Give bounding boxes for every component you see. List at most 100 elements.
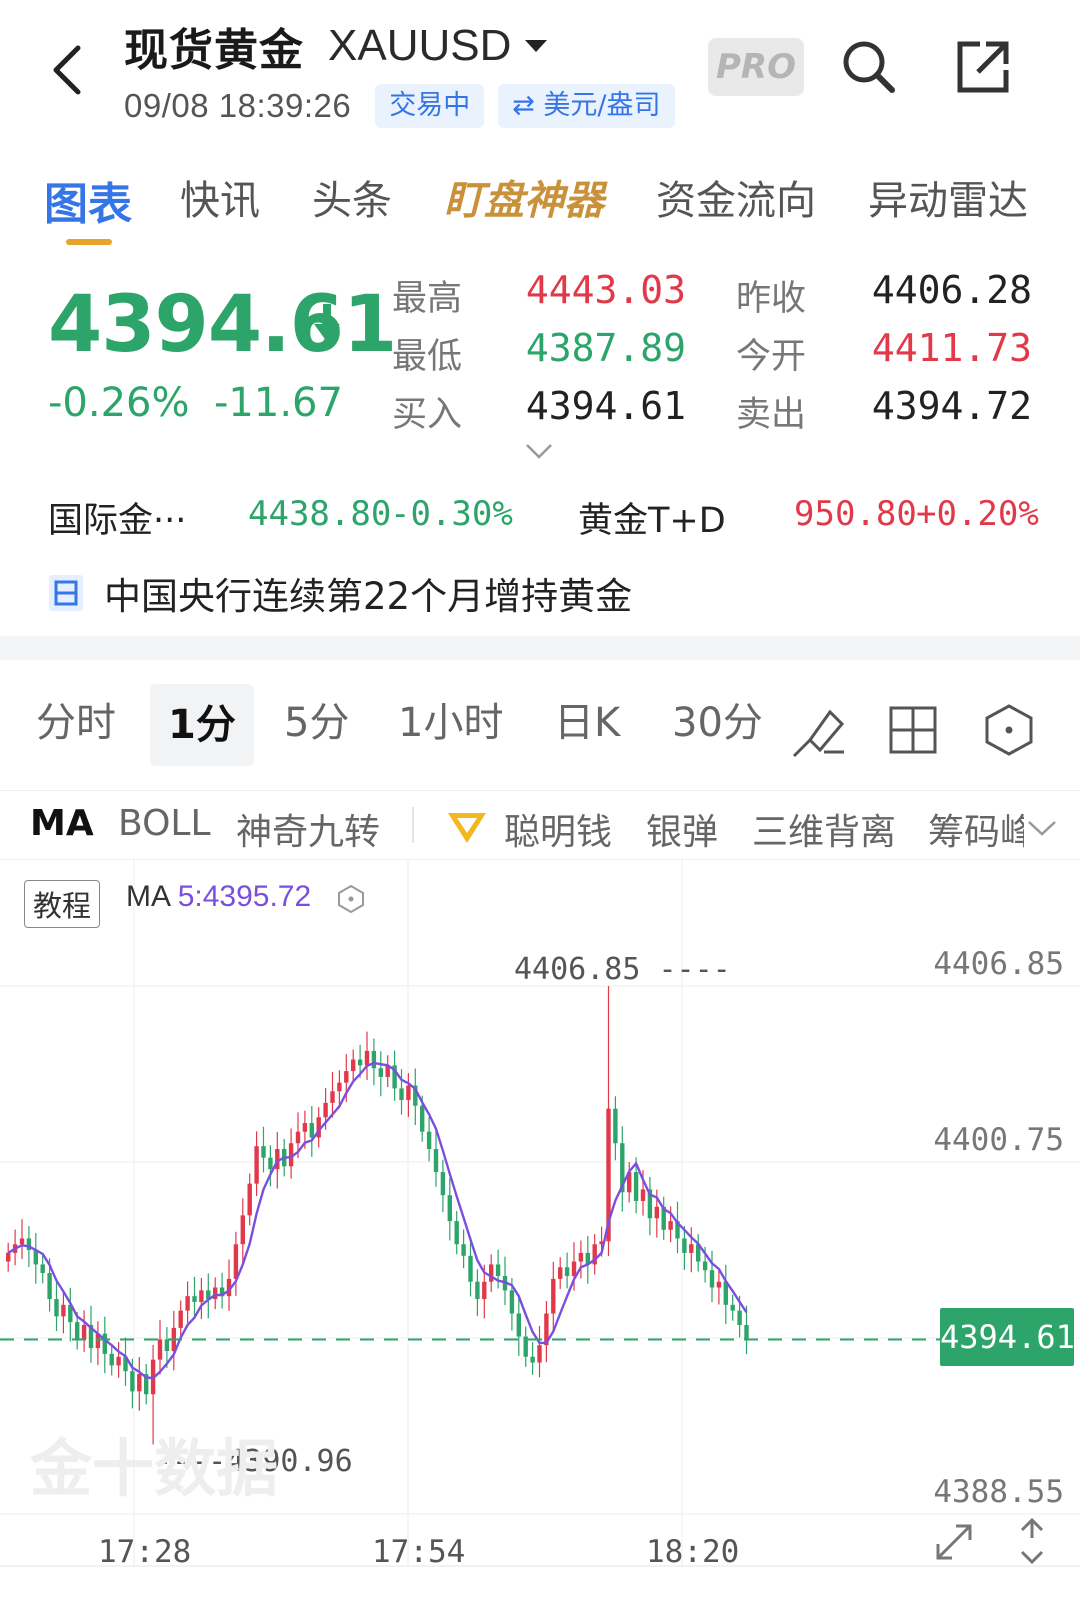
last-price: 4394.61 [48, 280, 397, 370]
related-price: 950.80 [794, 494, 917, 534]
settings-hexagon-icon[interactable] [980, 702, 1038, 758]
candle-body [378, 1068, 383, 1077]
news-ticker[interactable]: 中国央行连续第22个月增持黄金 [48, 566, 632, 620]
indicator-silver-bullet[interactable]: 银弹 [646, 803, 718, 855]
search-icon[interactable] [836, 34, 902, 100]
candle-body [668, 1221, 673, 1230]
period-1hour[interactable]: 1小时 [398, 690, 503, 748]
tab-fund-flow[interactable]: 资金流向 [656, 168, 816, 226]
candle-body [19, 1238, 25, 1245]
indicator-td-sequential[interactable]: 神奇九转 [236, 803, 380, 855]
stat-value-prev-close: 4406.28 [871, 268, 1032, 312]
pro-button[interactable]: PRO [708, 38, 804, 96]
stat-label-ask: 卖出 [736, 395, 807, 435]
candle-body [130, 1371, 135, 1392]
candle-body [337, 1082, 342, 1092]
ma-legend-value: 5:4395.72 [177, 880, 312, 913]
stat-value-low: 4387.89 [525, 326, 686, 370]
subline: 09/08 18:39:26 交易中 ⇄ 美元/盎司 [124, 84, 675, 128]
back-arrow-icon[interactable] [44, 40, 96, 100]
candle-body [730, 1304, 735, 1311]
candle-body [702, 1261, 708, 1271]
stat-value-high: 4443.03 [525, 268, 686, 312]
candle-body [351, 1059, 356, 1072]
candle-body [102, 1333, 107, 1354]
candle-body [523, 1336, 528, 1357]
candle-body [654, 1206, 659, 1219]
related-instruments: 国际金··· 4438.80 -0.30% 黄金T+D 950.80 +0.20… [0, 492, 1080, 552]
candle-body [357, 1059, 363, 1066]
related-name[interactable]: 国际金··· [48, 492, 186, 543]
period-selector: 分时 1分 5分 1小时 日K 30分 [0, 672, 1080, 778]
candle-body [364, 1050, 370, 1066]
period-5min[interactable]: 5分 [284, 690, 349, 748]
candle-body [406, 1085, 411, 1100]
related-name[interactable]: 黄金T+D [578, 492, 726, 543]
candle-body [185, 1296, 190, 1311]
stat-value-ask: 4394.72 [871, 384, 1032, 428]
candle-body [330, 1091, 335, 1103]
tutorial-button[interactable]: 教程 [24, 880, 101, 928]
stat-value-open: 4411.73 [871, 326, 1032, 370]
timestamp: 09/08 18:39:26 [124, 87, 352, 124]
quote-panel: 4394.61 -0.26% -11.67 最高 4443.03 最低 4387… [0, 262, 1080, 462]
expand-chevron-icon[interactable] [524, 442, 554, 460]
tab-anomaly-radar[interactable]: 异动雷达 [868, 168, 1028, 226]
stat-label-bid: 买入 [392, 395, 463, 435]
chevron-down-icon[interactable] [1026, 819, 1058, 837]
header: 现货黄金 XAUUSD 09/08 18:39:26 交易中 ⇄ 美元/盎司 P… [0, 0, 1080, 140]
period-intraday[interactable]: 分时 [36, 690, 116, 748]
indicator-divider [412, 807, 414, 843]
candle-body [75, 1322, 80, 1340]
ma-settings-icon[interactable] [336, 884, 366, 914]
candle-body [302, 1123, 308, 1132]
candle-body [247, 1183, 252, 1216]
stat-value-bid: 4394.61 [525, 384, 686, 428]
title-group[interactable]: 现货黄金 XAUUSD [124, 14, 549, 78]
candle-body [682, 1238, 687, 1253]
chevron-down-icon[interactable] [523, 38, 549, 54]
period-1min[interactable]: 1分 [150, 684, 254, 766]
candle-body [633, 1172, 639, 1201]
indicator-chip-peak[interactable]: 筹码峰 [928, 803, 1024, 855]
candle-body [578, 1252, 584, 1262]
candlestick-chart[interactable]: 教程 MA 5:4395.72 4406.85 4400.75 4388.55 … [0, 860, 1080, 1619]
tab-chart[interactable]: 图表 [44, 168, 132, 232]
candle-body [447, 1195, 452, 1222]
indicator-boll[interactable]: BOLL [118, 803, 211, 844]
tab-flash-news[interactable]: 快讯 [180, 168, 260, 226]
tab-headlines[interactable]: 头条 [312, 168, 392, 226]
stat-label-prev-close: 昨收 [736, 279, 807, 319]
candle-body [482, 1281, 487, 1300]
draw-tool-icon[interactable] [790, 702, 848, 758]
indicator-ma[interactable]: MA [30, 803, 94, 844]
period-30min[interactable]: 30分 [672, 690, 763, 748]
candle-body [716, 1281, 722, 1288]
news-headline: 中国央行连续第22个月增持黄金 [104, 575, 633, 618]
candle-body [564, 1267, 570, 1276]
candle-body [295, 1131, 301, 1144]
unit-toggle[interactable]: ⇄ 美元/盎司 [498, 84, 675, 128]
diamond-vip-icon [448, 813, 486, 843]
candle-body [309, 1123, 314, 1138]
candle-body [571, 1261, 577, 1276]
instrument-symbol: XAUUSD [328, 21, 512, 70]
scroll-arrows-icon[interactable] [1014, 1516, 1050, 1564]
candle-body [116, 1356, 121, 1366]
candle-body [509, 1290, 515, 1314]
tab-watch-tool[interactable]: 盯盘神器 [444, 168, 604, 226]
candle-body [157, 1339, 163, 1360]
layout-grid-icon[interactable] [884, 702, 942, 758]
candle-body [709, 1270, 715, 1288]
indicator-smart-money[interactable]: 聪明钱 [504, 803, 612, 855]
instrument-title: 现货黄金 [124, 25, 304, 76]
news-icon [49, 575, 83, 611]
share-icon[interactable] [950, 34, 1016, 100]
candle-body [468, 1255, 473, 1282]
candle-body [109, 1353, 114, 1366]
indicator-3d-divergence[interactable]: 三维背离 [752, 803, 896, 855]
current-price-tag: 4394.61 [940, 1308, 1075, 1366]
candle-body [489, 1264, 494, 1282]
fullscreen-icon[interactable] [932, 1520, 976, 1564]
period-daily[interactable]: 日K [554, 690, 620, 748]
